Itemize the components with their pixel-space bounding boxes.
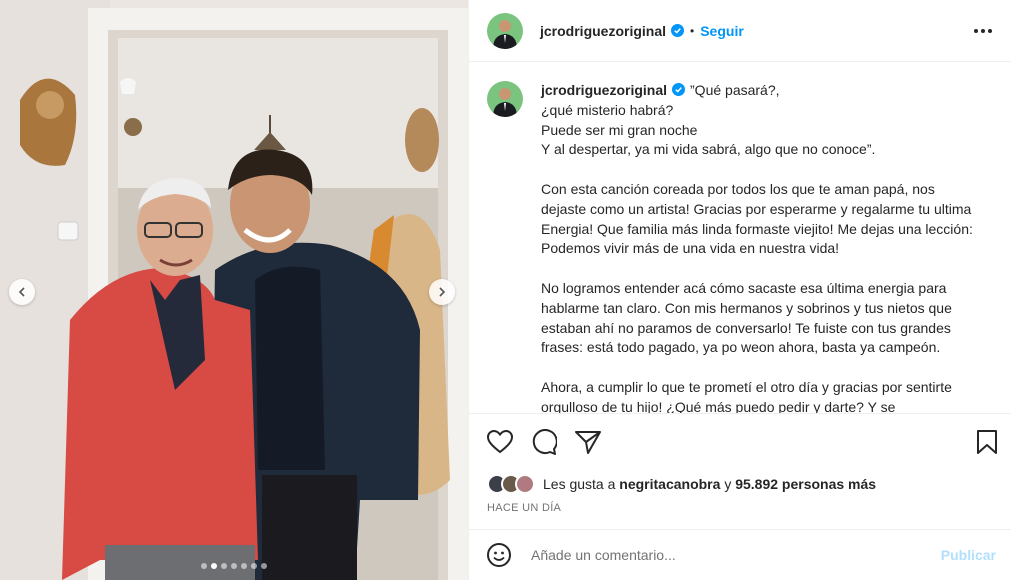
- chevron-left-icon: [18, 287, 25, 297]
- action-bar: [469, 413, 1011, 469]
- carousel-next-button[interactable]: [429, 279, 455, 305]
- emoji-button[interactable]: [486, 542, 512, 568]
- caption-text-block: jcrodriguezoriginal ”Qué pasará?, ¿qué mi…: [541, 81, 981, 413]
- more-options-button[interactable]: [971, 19, 995, 43]
- caption-body: ”Qué pasará?, ¿qué misterio habrá? Puede…: [541, 82, 973, 413]
- carousel-dot: [241, 563, 247, 569]
- liker-avatars: [487, 474, 535, 494]
- carousel-dot: [211, 563, 217, 569]
- author-avatar[interactable]: [487, 12, 523, 49]
- save-button[interactable]: [972, 427, 1002, 457]
- carousel-dot: [231, 563, 237, 569]
- likes-prefix: Les gusta a: [543, 476, 616, 492]
- more-options-icon: [974, 28, 992, 33]
- liker-avatar: [515, 474, 535, 494]
- caption-author-avatar[interactable]: [487, 81, 523, 117]
- carousel-dot: [251, 563, 257, 569]
- follow-button[interactable]: Seguir: [700, 23, 744, 39]
- share-icon: [575, 430, 601, 454]
- heart-icon: [487, 429, 513, 453]
- header-separator: •: [690, 23, 695, 38]
- chevron-right-icon: [439, 287, 446, 297]
- likes-count-link[interactable]: 95.892 personas más: [735, 476, 876, 492]
- avatar-image: [487, 81, 523, 117]
- likes-summary: Les gusta a negritacanobra y 95.892 pers…: [487, 474, 876, 494]
- verified-badge-icon: [671, 24, 685, 37]
- carousel-dot: [201, 563, 207, 569]
- caption-comment: jcrodriguezoriginal ”Qué pasará?, ¿qué mi…: [487, 81, 994, 413]
- post-header: jcrodriguezoriginal • Seguir: [469, 0, 1011, 62]
- comment-button[interactable]: [529, 427, 559, 457]
- verified-badge-icon: [672, 83, 686, 96]
- carousel-prev-button[interactable]: [9, 279, 35, 305]
- post-details-panel: jcrodriguezoriginal • Seguir jcrodriguez…: [468, 0, 1011, 580]
- likes-conjunction: y: [724, 476, 732, 492]
- comment-bar: Publicar: [469, 529, 1011, 580]
- post-photo: [0, 0, 468, 580]
- publish-button[interactable]: Publicar: [941, 547, 996, 563]
- emoji-icon: [487, 543, 511, 567]
- avatar-image: [487, 12, 523, 49]
- caption-username[interactable]: jcrodriguezoriginal: [541, 82, 667, 98]
- author-username[interactable]: jcrodriguezoriginal: [540, 23, 666, 39]
- share-button[interactable]: [573, 427, 603, 457]
- caption-scroll-area[interactable]: jcrodriguezoriginal ”Qué pasará?, ¿qué mi…: [469, 63, 1011, 413]
- post-media[interactable]: [0, 0, 468, 580]
- post-timestamp[interactable]: HACE UN DÍA: [487, 502, 561, 514]
- like-button[interactable]: [485, 427, 515, 457]
- carousel-indicator: [0, 563, 468, 569]
- comment-icon: [532, 428, 557, 455]
- carousel-dot: [221, 563, 227, 569]
- comment-input[interactable]: [531, 547, 911, 563]
- carousel-dot: [261, 563, 267, 569]
- liker-username-link[interactable]: negritacanobra: [619, 476, 720, 492]
- bookmark-icon: [977, 429, 997, 454]
